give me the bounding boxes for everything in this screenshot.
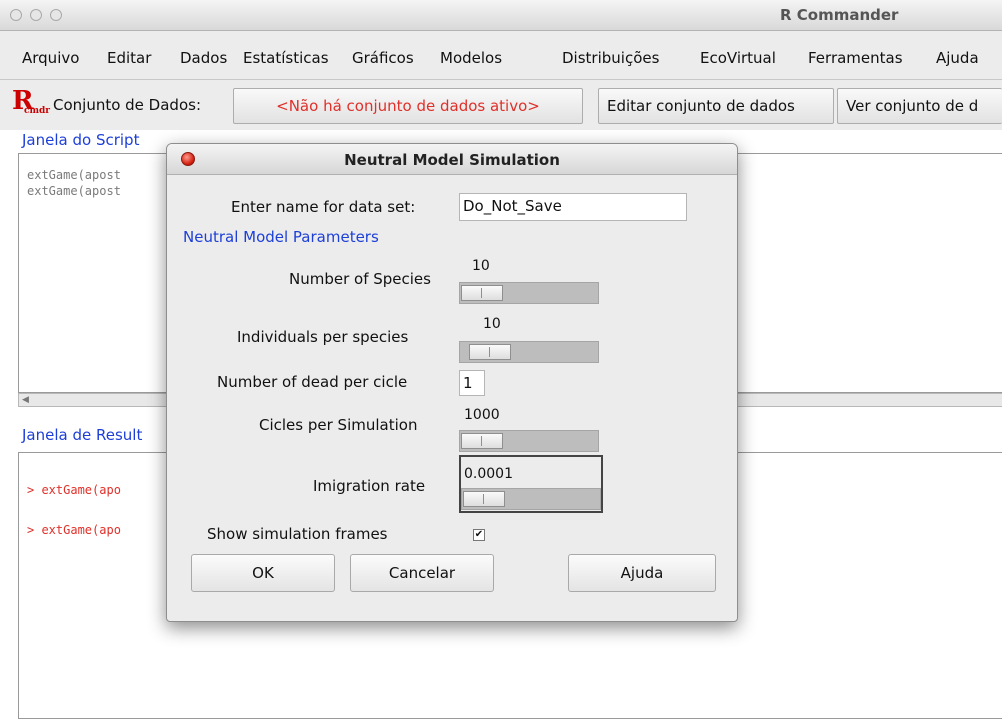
- cicles-label: Cicles per Simulation: [259, 416, 418, 434]
- ok-button[interactable]: OK: [191, 554, 335, 592]
- output-line: > extGame(apo: [27, 523, 121, 537]
- slider-thumb[interactable]: [463, 491, 505, 507]
- menu-ajuda[interactable]: Ajuda: [936, 49, 979, 67]
- help-button[interactable]: Ajuda: [568, 554, 716, 592]
- script-line: extGame(apost: [27, 168, 121, 182]
- individuals-label: Individuals per species: [237, 328, 409, 346]
- slider-thumb[interactable]: [461, 433, 503, 449]
- view-dataset-button[interactable]: Ver conjunto de d: [837, 88, 1002, 124]
- slider-thumb[interactable]: [461, 285, 503, 301]
- imigration-slider[interactable]: [461, 488, 601, 510]
- menu-arquivo[interactable]: Arquivo: [22, 49, 79, 67]
- dialog-title: Neutral Model Simulation: [344, 151, 560, 169]
- individuals-value: 10: [483, 316, 501, 332]
- dataset-name-label: Enter name for data set:: [231, 198, 416, 216]
- rcmdr-logo: Rcmdr: [12, 86, 51, 116]
- dead-per-cicle-label: Number of dead per cicle: [217, 373, 408, 391]
- script-window-label: Janela do Script: [22, 131, 140, 149]
- show-frames-label: Show simulation frames: [207, 525, 388, 543]
- imigration-value: 0.0001: [464, 466, 513, 482]
- show-frames-checkbox[interactable]: ✔: [473, 529, 485, 541]
- window-titlebar: R Commander: [0, 0, 1002, 31]
- menu-ferramentas[interactable]: Ferramentas: [808, 49, 903, 67]
- script-line: extGame(apost: [27, 184, 121, 198]
- menu-graficos[interactable]: Gráficos: [352, 49, 414, 67]
- slider-thumb[interactable]: [469, 344, 511, 360]
- menu-estatisticas[interactable]: Estatísticas: [243, 49, 329, 67]
- menu-bar: Arquivo Editar Dados Estatísticas Gráfic…: [0, 31, 1002, 80]
- individuals-slider[interactable]: [459, 341, 599, 363]
- cicles-slider[interactable]: [459, 430, 599, 452]
- menu-editar[interactable]: Editar: [107, 49, 151, 67]
- dead-per-cicle-input[interactable]: 1: [459, 370, 485, 396]
- output-line: > extGame(apo: [27, 483, 121, 497]
- scroll-left-icon[interactable]: ◀: [22, 395, 29, 405]
- neutral-model-dialog: Neutral Model Simulation Enter name for …: [166, 143, 738, 622]
- species-slider[interactable]: [459, 282, 599, 304]
- parameters-section-label: Neutral Model Parameters: [183, 228, 379, 246]
- minimize-window-icon[interactable]: [30, 9, 42, 21]
- species-value: 10: [472, 258, 490, 274]
- species-label: Number of Species: [289, 270, 431, 288]
- active-dataset-button[interactable]: <Não há conjunto de dados ativo>: [233, 88, 583, 124]
- dialog-titlebar: Neutral Model Simulation: [167, 144, 737, 175]
- zoom-window-icon[interactable]: [50, 9, 62, 21]
- edit-dataset-button[interactable]: Editar conjunto de dados: [598, 88, 834, 124]
- menu-distribuicoes[interactable]: Distribuições: [562, 49, 659, 67]
- menu-modelos[interactable]: Modelos: [440, 49, 502, 67]
- dataset-name-input[interactable]: Do_Not_Save: [459, 193, 687, 221]
- menu-ecovirtual[interactable]: EcoVirtual: [700, 49, 776, 67]
- cancel-button[interactable]: Cancelar: [350, 554, 494, 592]
- cicles-value: 1000: [464, 407, 500, 423]
- close-window-icon[interactable]: [10, 9, 22, 21]
- window-title: R Commander: [780, 6, 899, 24]
- menu-dados[interactable]: Dados: [180, 49, 227, 67]
- imigration-label: Imigration rate: [313, 477, 426, 495]
- results-window-label: Janela de Result: [22, 426, 143, 444]
- dataset-label: Conjunto de Dados:: [53, 96, 201, 114]
